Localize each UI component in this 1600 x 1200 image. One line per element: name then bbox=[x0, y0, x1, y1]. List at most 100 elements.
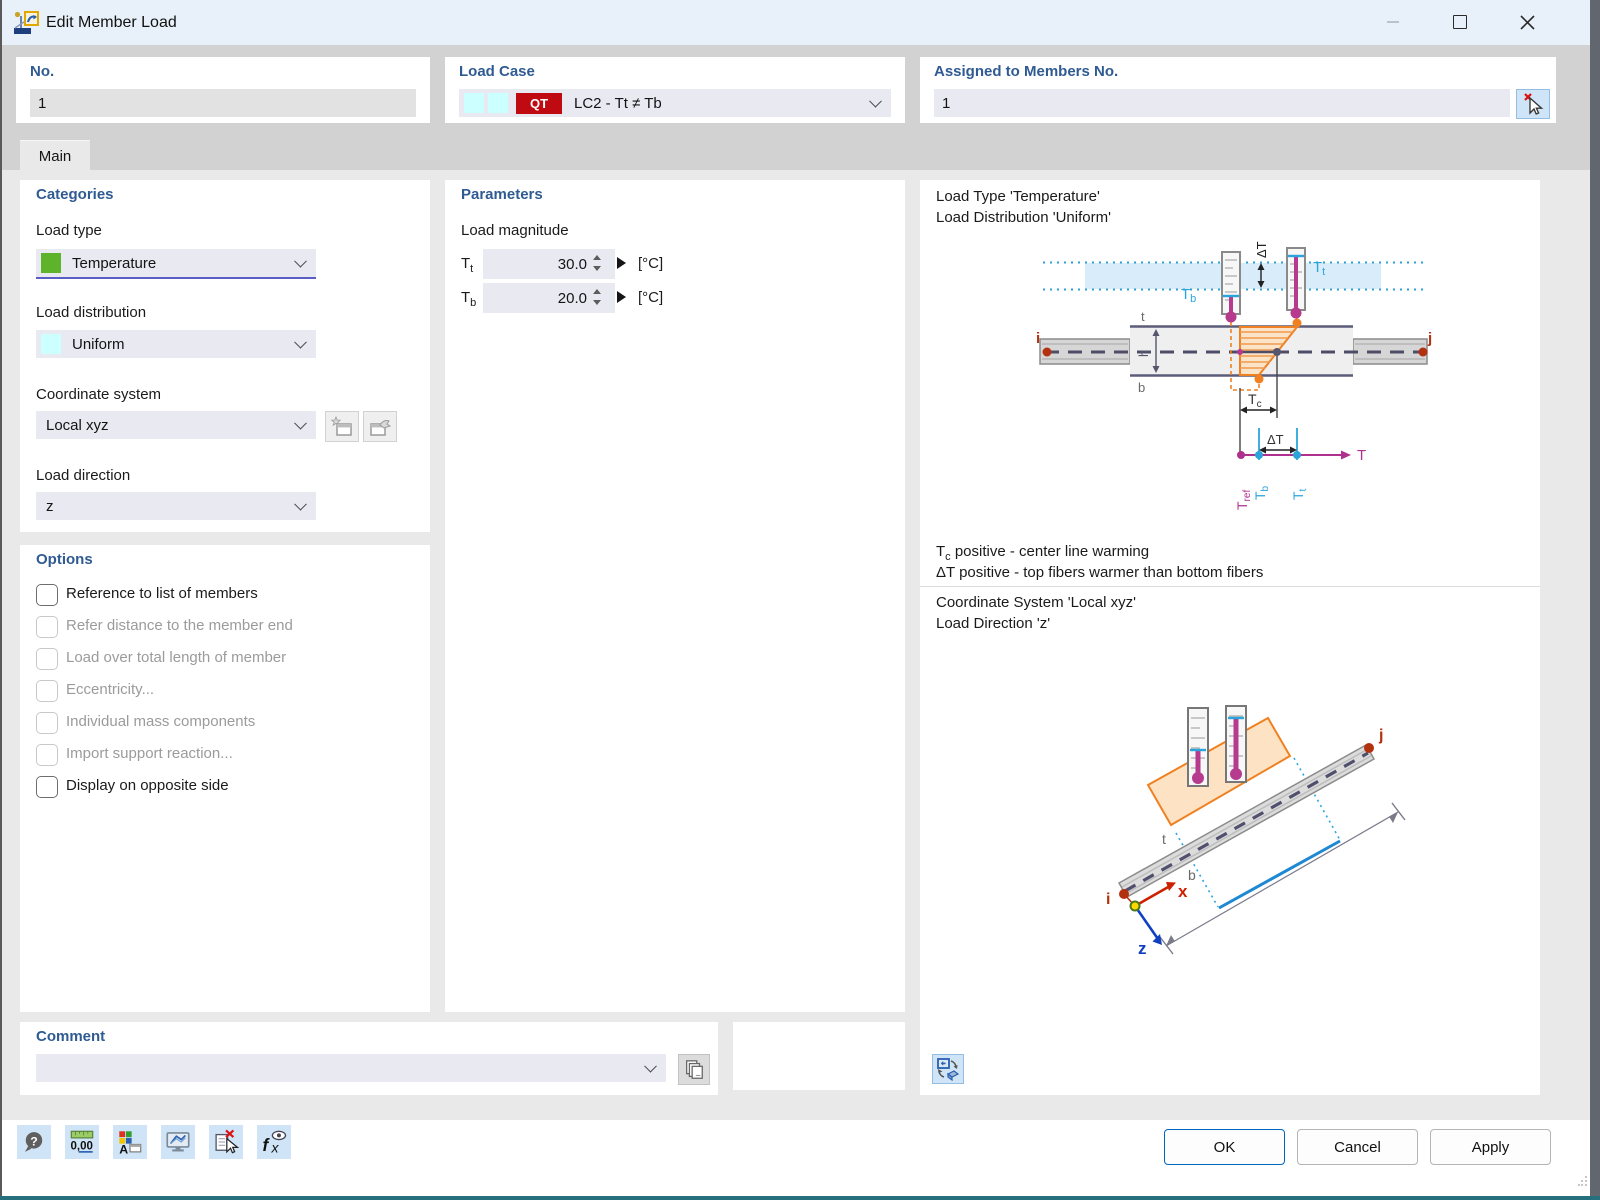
maximize-button[interactable] bbox=[1437, 0, 1483, 44]
resize-grip[interactable] bbox=[1578, 1176, 1588, 1186]
checkbox-individual-mass-components bbox=[36, 712, 58, 734]
comment-templates-button[interactable] bbox=[678, 1054, 710, 1085]
toggle-view-icon bbox=[937, 1058, 960, 1081]
no-input[interactable] bbox=[30, 89, 416, 117]
load-type-swatch bbox=[41, 253, 61, 273]
svg-text:b: b bbox=[1188, 867, 1196, 883]
select-coordinate-system-button[interactable] bbox=[363, 411, 397, 442]
rendering-button[interactable] bbox=[161, 1125, 195, 1159]
svg-text:Tc: Tc bbox=[1248, 391, 1262, 410]
tb-detail-arrow-button[interactable] bbox=[617, 291, 626, 303]
svg-text:Tref: Tref bbox=[1234, 490, 1253, 510]
display-properties-button[interactable]: A bbox=[113, 1125, 147, 1159]
load-type-value: Temperature bbox=[72, 254, 157, 272]
window-left-edge bbox=[0, 0, 2, 1200]
checkbox-reference-to-list[interactable] bbox=[36, 584, 58, 606]
select-window-icon bbox=[370, 419, 392, 436]
chevron-down-icon bbox=[294, 254, 307, 268]
tab-bar: Main bbox=[0, 140, 1600, 171]
load-direction-value: z bbox=[46, 497, 54, 515]
svg-text:t: t bbox=[1141, 309, 1145, 324]
checkbox-display-opposite-side[interactable] bbox=[36, 776, 58, 798]
help-button[interactable]: ? bbox=[17, 1125, 51, 1159]
titlebar: Edit Member Load bbox=[0, 0, 1600, 46]
checkbox-load-over-total-length bbox=[36, 648, 58, 670]
delete-load-button[interactable] bbox=[209, 1125, 243, 1159]
option-label[interactable]: Display on opposite side bbox=[66, 777, 229, 794]
load-distribution-label: Load distribution bbox=[36, 304, 147, 321]
minimize-icon bbox=[1387, 21, 1399, 23]
footer-bar: ? 0,00 A f x OK Cancel Apply bbox=[0, 1120, 1600, 1196]
preview-note-tc: Tc positive - center line warming bbox=[936, 543, 1150, 563]
checkbox-import-support-reaction bbox=[36, 744, 58, 766]
temperature-section-diagram: ΔT Tb Tt i j t b h Tc ΔT T Tref Tb Tt bbox=[1036, 241, 1432, 510]
member-3d-diagram: j i t b x z bbox=[1106, 705, 1406, 958]
minimize-button[interactable] bbox=[1370, 0, 1416, 44]
option-label[interactable]: Reference to list of members bbox=[66, 585, 258, 602]
load-magnitude-label: Load magnitude bbox=[461, 222, 569, 239]
spin-down-icon bbox=[593, 266, 601, 271]
toggle-view-button[interactable] bbox=[932, 1054, 964, 1084]
preview-load-type-line: Load Type 'Temperature' bbox=[936, 188, 1100, 205]
tt-detail-arrow-button[interactable] bbox=[617, 257, 626, 269]
categories-panel: Categories Load type Temperature Load di… bbox=[20, 180, 430, 532]
formula-display-button[interactable]: f x bbox=[257, 1125, 291, 1159]
monitor-icon bbox=[166, 1132, 190, 1152]
option-label: Eccentricity... bbox=[66, 681, 155, 698]
no-label: No. bbox=[30, 63, 55, 80]
load-distribution-select[interactable]: Uniform bbox=[36, 330, 316, 358]
no-card: No. bbox=[16, 57, 430, 123]
categories-title: Categories bbox=[36, 186, 114, 203]
ok-button[interactable]: OK bbox=[1164, 1129, 1285, 1165]
checkbox-eccentricity bbox=[36, 680, 58, 702]
svg-text:i: i bbox=[1036, 330, 1040, 347]
tt-spinner[interactable] bbox=[591, 255, 603, 271]
preview-load-distribution-line: Load Distribution 'Uniform' bbox=[936, 209, 1111, 226]
new-window-icon bbox=[330, 415, 352, 436]
svg-text:?: ? bbox=[30, 1134, 38, 1148]
option-label: Load over total length of member bbox=[66, 649, 287, 666]
coordinate-system-select[interactable]: Local xyz bbox=[36, 411, 316, 439]
spin-down-icon bbox=[593, 300, 601, 305]
chevron-down-icon bbox=[869, 94, 882, 108]
svg-text:j: j bbox=[1427, 330, 1432, 347]
svg-text:f: f bbox=[262, 1135, 270, 1155]
close-button[interactable] bbox=[1504, 0, 1550, 44]
formula-eye-icon: f x bbox=[262, 1130, 287, 1156]
svg-text:x: x bbox=[271, 1140, 280, 1156]
preview-divider bbox=[920, 586, 1540, 587]
cancel-button[interactable]: Cancel bbox=[1297, 1129, 1418, 1165]
load-direction-select[interactable]: z bbox=[36, 492, 316, 520]
svg-text:ΔT: ΔT bbox=[1267, 432, 1284, 447]
pick-cursor-icon bbox=[1524, 93, 1544, 115]
comment-panel: Comment bbox=[20, 1022, 718, 1095]
load-distribution-swatch bbox=[41, 334, 61, 354]
preview-ld-line: Load Direction 'z' bbox=[936, 615, 1051, 632]
comment-select[interactable] bbox=[36, 1054, 666, 1082]
select-members-button[interactable] bbox=[1516, 89, 1550, 119]
load-case-select[interactable]: QT LC2 - Tt ≠ Tb bbox=[459, 89, 891, 117]
header-strip: No. Load Case QT LC2 - Tt ≠ Tb Assigned … bbox=[0, 45, 1600, 140]
load-type-label: Load type bbox=[36, 222, 102, 239]
options-title: Options bbox=[36, 551, 93, 568]
tb-spinner[interactable] bbox=[591, 289, 603, 305]
assigned-members-input[interactable] bbox=[934, 89, 1510, 117]
load-case-value: LC2 - Tt ≠ Tb bbox=[574, 94, 662, 112]
edit-member-load-dialog: Edit Member Load No. Load Case QT LC2 - … bbox=[0, 0, 1600, 1200]
new-coordinate-system-button[interactable] bbox=[325, 411, 359, 442]
coordinate-system-label: Coordinate system bbox=[36, 386, 162, 403]
load-type-select[interactable]: Temperature bbox=[36, 249, 316, 279]
option-label: Import support reaction... bbox=[66, 745, 233, 762]
apply-button[interactable]: Apply bbox=[1430, 1129, 1551, 1165]
app-icon bbox=[14, 11, 39, 34]
load-direction-label: Load direction bbox=[36, 467, 131, 484]
pages-icon bbox=[686, 1059, 703, 1079]
delete-load-icon bbox=[215, 1129, 240, 1154]
units-settings-button[interactable]: 0,00 bbox=[65, 1125, 99, 1159]
tab-main[interactable]: Main bbox=[20, 140, 90, 171]
comment-title: Comment bbox=[36, 1028, 106, 1045]
units-icon: 0,00 bbox=[70, 1130, 94, 1153]
tb-unit: [°C] bbox=[638, 289, 664, 306]
window-right-edge bbox=[1590, 0, 1600, 1200]
spare-panel bbox=[733, 1022, 905, 1090]
